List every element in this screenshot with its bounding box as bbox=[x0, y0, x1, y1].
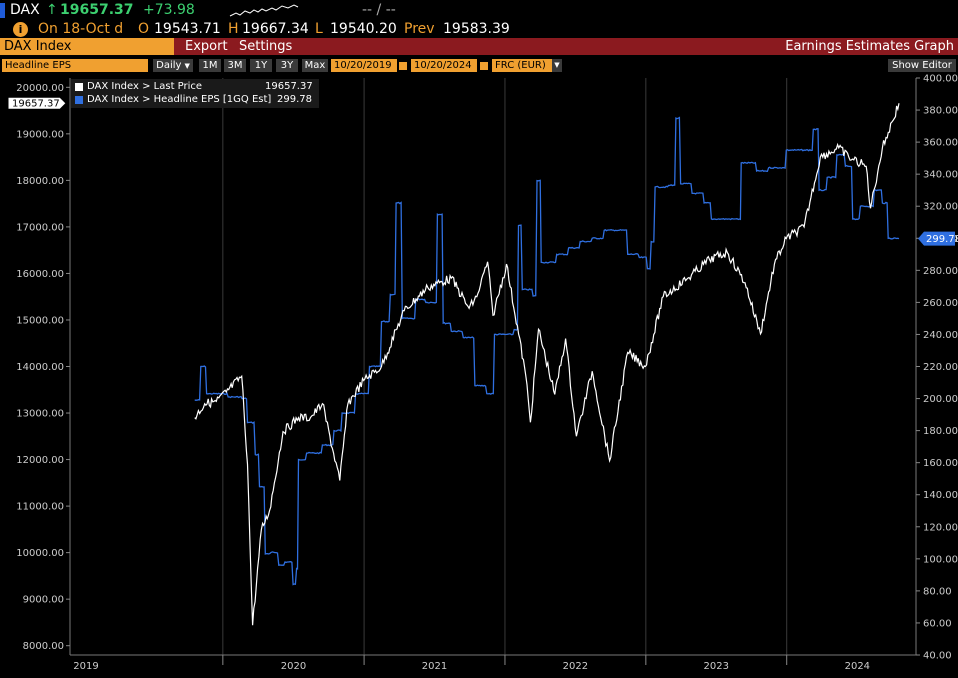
left-tick-label: 16000.00 bbox=[16, 269, 64, 280]
legend-item-price[interactable]: DAX Index > Last Price 19657.37 bbox=[75, 81, 315, 93]
right-tick-label: 120.00 bbox=[923, 522, 958, 533]
eps-tag-label: 299.78 bbox=[926, 234, 958, 245]
right-tick-label: 140.00 bbox=[923, 490, 958, 501]
x-tick-label: 2020 bbox=[281, 661, 306, 672]
x-tick-label: 2021 bbox=[422, 661, 447, 672]
left-tick-label: 10000.00 bbox=[16, 548, 64, 559]
chart-legend[interactable]: DAX Index > Last Price 19657.37 DAX Inde… bbox=[71, 79, 319, 108]
left-tick-label: 9000.00 bbox=[23, 595, 64, 606]
value-tags: 19657.37 299.78 bbox=[7, 96, 958, 246]
x-tick-label: 2019 bbox=[73, 661, 98, 672]
right-tick-label: 380.00 bbox=[923, 106, 958, 117]
right-tick-label: 80.00 bbox=[923, 586, 952, 597]
right-tick-label: 320.00 bbox=[923, 202, 958, 213]
legend-value: 299.78 bbox=[277, 94, 312, 105]
legend-swatch bbox=[75, 83, 83, 91]
left-tick-label: 12000.00 bbox=[16, 455, 64, 466]
right-tick-label: 200.00 bbox=[923, 394, 958, 405]
right-tick-label: 280.00 bbox=[923, 266, 958, 277]
last-price-tag-label: 19657.37 bbox=[12, 99, 60, 110]
right-tick-label: 240.00 bbox=[923, 330, 958, 341]
left-tick-label: 18000.00 bbox=[16, 176, 64, 187]
right-tick-label: 400.00 bbox=[923, 74, 958, 85]
right-tick-label: 40.00 bbox=[923, 651, 952, 662]
left-tick-label: 20000.00 bbox=[16, 83, 64, 94]
left-tick-label: 11000.00 bbox=[16, 502, 64, 513]
legend-value: 19657.37 bbox=[265, 81, 313, 92]
legend-label: DAX Index > Headline EPS [1GQ Est] bbox=[87, 94, 272, 105]
right-tick-label: 60.00 bbox=[923, 618, 952, 629]
legend-item-eps[interactable]: DAX Index > Headline EPS [1GQ Est] 299.7… bbox=[75, 94, 315, 106]
eps-series-line bbox=[194, 116, 900, 586]
left-tick-label: 14000.00 bbox=[16, 362, 64, 373]
legend-swatch bbox=[75, 96, 83, 104]
right-tick-label: 160.00 bbox=[923, 458, 958, 469]
chart-axes: 2019 2020 2021 2022 2023 2024 8000.00 9000.00 10… bbox=[16, 74, 958, 673]
right-tick-label: 180.00 bbox=[923, 426, 958, 437]
right-tick-label: 220.00 bbox=[923, 362, 958, 373]
right-tick-label: 360.00 bbox=[923, 138, 958, 149]
right-tick-label: 260.00 bbox=[923, 298, 958, 309]
chart-grid bbox=[222, 78, 788, 655]
left-tick-label: 8000.00 bbox=[23, 641, 64, 652]
x-tick-label: 2023 bbox=[704, 661, 729, 672]
right-tick-label: 340.00 bbox=[923, 170, 958, 181]
left-tick-label: 13000.00 bbox=[16, 409, 64, 420]
legend-label: DAX Index > Last Price bbox=[87, 81, 203, 92]
chart-series bbox=[194, 103, 900, 626]
left-tick-label: 17000.00 bbox=[16, 222, 64, 233]
right-tick-label: 100.00 bbox=[923, 554, 958, 565]
x-tick-label: 2022 bbox=[563, 661, 588, 672]
left-tick-label: 15000.00 bbox=[16, 315, 64, 326]
price-series-line bbox=[194, 103, 900, 626]
left-tick-label: 19000.00 bbox=[16, 129, 64, 140]
x-tick-label: 2024 bbox=[845, 661, 870, 672]
